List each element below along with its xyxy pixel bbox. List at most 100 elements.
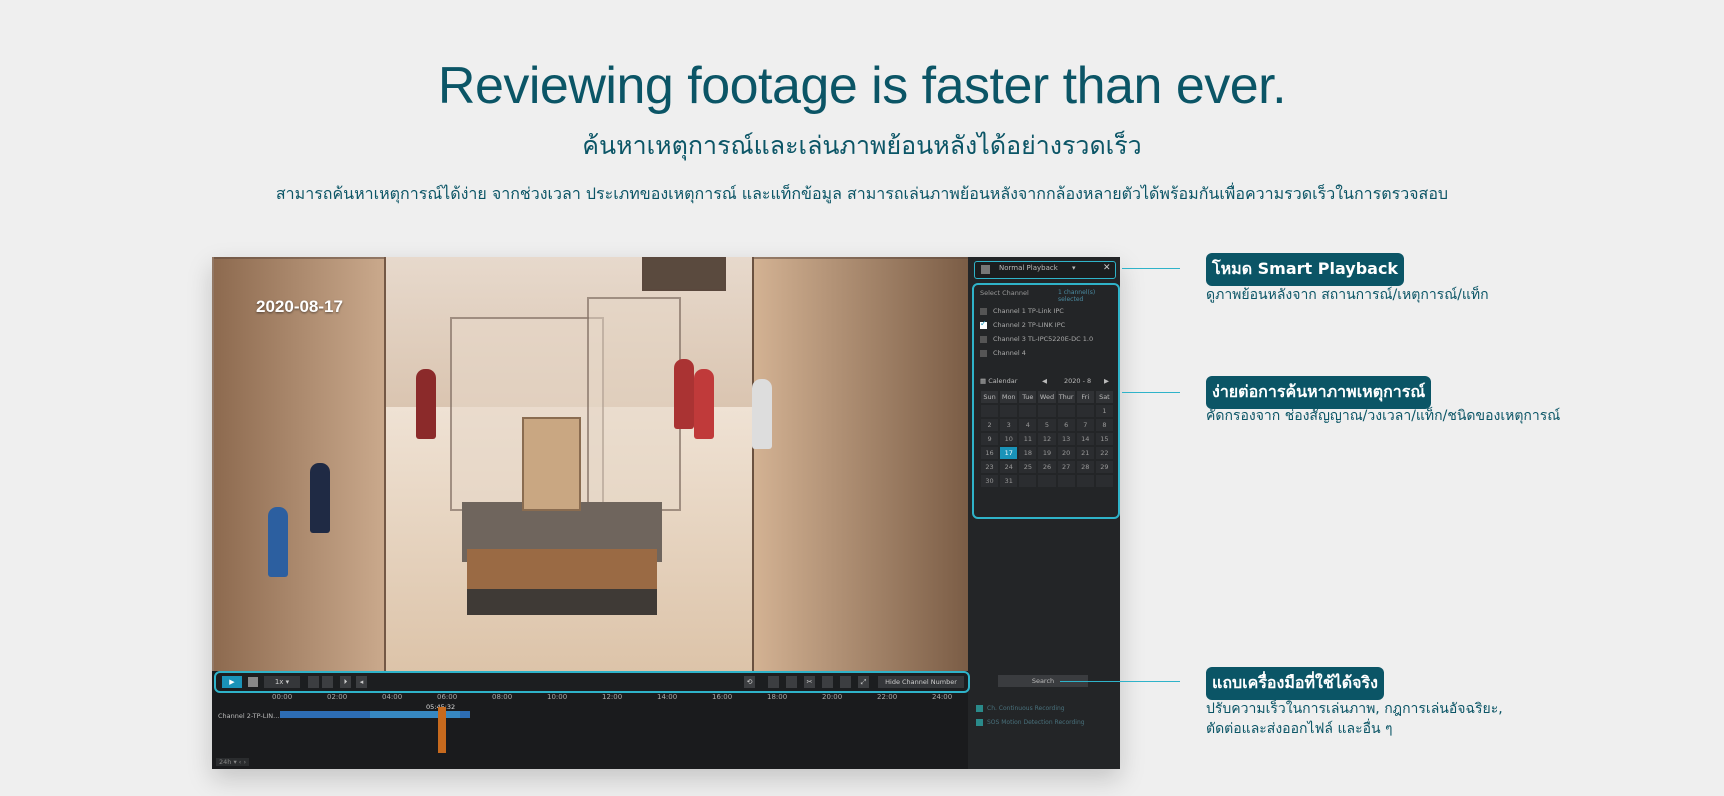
calendar-day[interactable]: 22 bbox=[1095, 447, 1113, 459]
calendar-day bbox=[1057, 475, 1075, 487]
recording-segment[interactable] bbox=[370, 711, 460, 718]
calendar-day[interactable]: 27 bbox=[1057, 461, 1075, 473]
film-icon bbox=[981, 265, 990, 274]
calendar-day[interactable]: 12 bbox=[1038, 433, 1056, 445]
channel-label: Channel 2 TP-LINK IPC bbox=[993, 321, 1066, 329]
calendar-day[interactable]: 19 bbox=[1038, 447, 1056, 459]
calendar-day[interactable]: 11 bbox=[1019, 433, 1037, 445]
calendar-day[interactable]: 5 bbox=[1038, 419, 1056, 431]
timeline-tick: 18:00 bbox=[767, 693, 788, 701]
weekday-label: Tue bbox=[1019, 391, 1037, 403]
calendar-header: ▦ Calendar ◀ 2020 - 8 ▶ bbox=[980, 377, 1112, 385]
hero-description: สามารถค้นหาเหตุการณ์ได้ง่าย จากช่วงเวลา … bbox=[275, 184, 1449, 203]
channel-item[interactable]: Channel 1 TP-Link IPC bbox=[980, 307, 1064, 315]
calendar-day[interactable]: 1 bbox=[1095, 405, 1113, 417]
calendar-day[interactable]: 6 bbox=[1057, 419, 1075, 431]
channel-item[interactable]: Channel 3 TL-IPC5220E-DC 1.0 bbox=[980, 335, 1093, 343]
channel-item[interactable]: Channel 4 bbox=[980, 349, 1026, 357]
calendar-day bbox=[1019, 405, 1037, 417]
zoom-icon[interactable] bbox=[840, 676, 851, 688]
calendar-day[interactable]: 23 bbox=[981, 461, 999, 473]
calendar-day[interactable]: 8 bbox=[1095, 419, 1113, 431]
callout-tag-smart-playback: โหมด Smart Playback bbox=[1206, 253, 1405, 286]
calendar-day[interactable]: 26 bbox=[1038, 461, 1056, 473]
calendar-day[interactable]: 3 bbox=[1000, 419, 1018, 431]
option-motion[interactable]: SOS Motion Detection Recording bbox=[976, 719, 1085, 726]
calendar-day[interactable]: 7 bbox=[1076, 419, 1094, 431]
calendar-day bbox=[1076, 405, 1094, 417]
channel-label: Channel 1 TP-Link IPC bbox=[993, 307, 1064, 315]
checkbox[interactable] bbox=[980, 349, 987, 357]
calendar-day[interactable]: 10 bbox=[1000, 433, 1018, 445]
frame-back-icon[interactable] bbox=[308, 676, 319, 688]
timeline-cursor[interactable] bbox=[438, 707, 446, 753]
calendar-day bbox=[1038, 475, 1056, 487]
calendar-day[interactable]: 4 bbox=[1019, 419, 1037, 431]
calendar-day[interactable]: 15 bbox=[1095, 433, 1113, 445]
timeline-tick: 10:00 bbox=[547, 693, 568, 701]
fullscreen-icon[interactable]: ⤢ bbox=[858, 676, 869, 688]
lock-icon[interactable] bbox=[768, 676, 779, 688]
timeline-tick: 08:00 bbox=[492, 693, 513, 701]
timeline-tick: 12:00 bbox=[602, 693, 623, 701]
calendar-day[interactable]: 20 bbox=[1057, 447, 1075, 459]
calendar-day[interactable]: 2 bbox=[981, 419, 999, 431]
timeline-tick: 06:00 bbox=[437, 693, 458, 701]
weekday-label: Thur bbox=[1057, 391, 1075, 403]
channel-item[interactable]: Channel 2 TP-LINK IPC bbox=[980, 319, 1066, 329]
search-filter-box: Select Channel 1 channel(s) selected Cha… bbox=[972, 283, 1120, 519]
calendar-day bbox=[1057, 405, 1075, 417]
calendar-day[interactable]: 13 bbox=[1057, 433, 1075, 445]
speed-value: 1x bbox=[274, 678, 284, 686]
playback-mode-value: Normal Playback bbox=[999, 264, 1058, 272]
calendar-day[interactable]: 29 bbox=[1095, 461, 1113, 473]
playback-mode-select[interactable]: Normal Playback ▾ ✕ bbox=[974, 261, 1116, 279]
calendar-day[interactable]: 14 bbox=[1076, 433, 1094, 445]
timeline-tick: 02:00 bbox=[327, 693, 348, 701]
option-continuous[interactable]: Ch. Continuous Recording bbox=[976, 705, 1065, 712]
timeline-ticks: 00:00 02:00 04:00 06:00 08:00 10:00 12:00 14:00… bbox=[272, 693, 972, 705]
calendar-day[interactable]: 9 bbox=[981, 433, 999, 445]
step-icon[interactable]: ⏵ bbox=[340, 676, 351, 688]
timeline[interactable]: 00:00 02:00 04:00 06:00 08:00 10:00 12:00 14:00… bbox=[212, 693, 968, 769]
hero-title: Reviewing footage is faster than ever. bbox=[437, 57, 1287, 115]
timeline-channel-label: Channel 2-TP-LIN... bbox=[218, 712, 280, 720]
scissors-icon[interactable]: ✂ bbox=[804, 676, 815, 688]
callout-tag-search: ง่ายต่อการค้นหาภาพเหตุการณ์ bbox=[1206, 376, 1432, 409]
stop-button[interactable] bbox=[248, 677, 258, 687]
checkbox[interactable] bbox=[976, 705, 983, 712]
channel-label: Channel 4 bbox=[993, 349, 1026, 357]
playback-side-panel: Normal Playback ▾ ✕ Select Channel 1 cha… bbox=[968, 257, 1120, 769]
checkbox[interactable] bbox=[980, 335, 987, 343]
tag-icon[interactable] bbox=[786, 676, 797, 688]
calendar-day[interactable]: 25 bbox=[1019, 461, 1037, 473]
export-icon[interactable] bbox=[822, 676, 833, 688]
hero-subtitle: ค้นหาเหตุการณ์และเล่นภาพย้อนหลังได้อย่าง… bbox=[582, 131, 1142, 160]
volume-icon[interactable]: ◂ bbox=[356, 676, 367, 688]
channel-header: Select Channel bbox=[980, 289, 1029, 297]
rewind-icon[interactable] bbox=[322, 676, 333, 688]
calendar-day[interactable]: 28 bbox=[1076, 461, 1094, 473]
next-month-icon[interactable]: ▶ bbox=[1104, 377, 1109, 385]
timeline-scale[interactable]: 24h ▾ ‹ › bbox=[216, 758, 250, 766]
calendar-day bbox=[1000, 405, 1018, 417]
hide-channel-button[interactable]: Hide Channel Number bbox=[878, 676, 964, 688]
calendar-day[interactable]: 30 bbox=[981, 475, 999, 487]
calendar-day[interactable]: 21 bbox=[1076, 447, 1094, 459]
calendar-day[interactable]: 16 bbox=[981, 447, 999, 459]
prev-month-icon[interactable]: ◀ bbox=[1042, 377, 1047, 385]
calendar-day[interactable]: 31 bbox=[1000, 475, 1018, 487]
checkbox[interactable] bbox=[980, 319, 987, 329]
checkbox[interactable] bbox=[976, 719, 983, 726]
smart-play-icon[interactable]: ⟲ bbox=[744, 676, 755, 688]
weekday-label: Mon bbox=[1000, 391, 1018, 403]
checkbox[interactable] bbox=[980, 307, 987, 315]
calendar-day[interactable]: 24 bbox=[1000, 461, 1018, 473]
calendar-day[interactable]: 18 bbox=[1019, 447, 1037, 459]
close-icon[interactable]: ✕ bbox=[1103, 263, 1111, 273]
calendar-day bbox=[1076, 475, 1094, 487]
option-label: SOS Motion Detection Recording bbox=[987, 719, 1085, 726]
speed-select[interactable]: 1x ▾ bbox=[264, 676, 300, 688]
play-button[interactable]: ▶ bbox=[222, 676, 242, 688]
calendar-day[interactable]: 17 bbox=[1000, 447, 1018, 459]
